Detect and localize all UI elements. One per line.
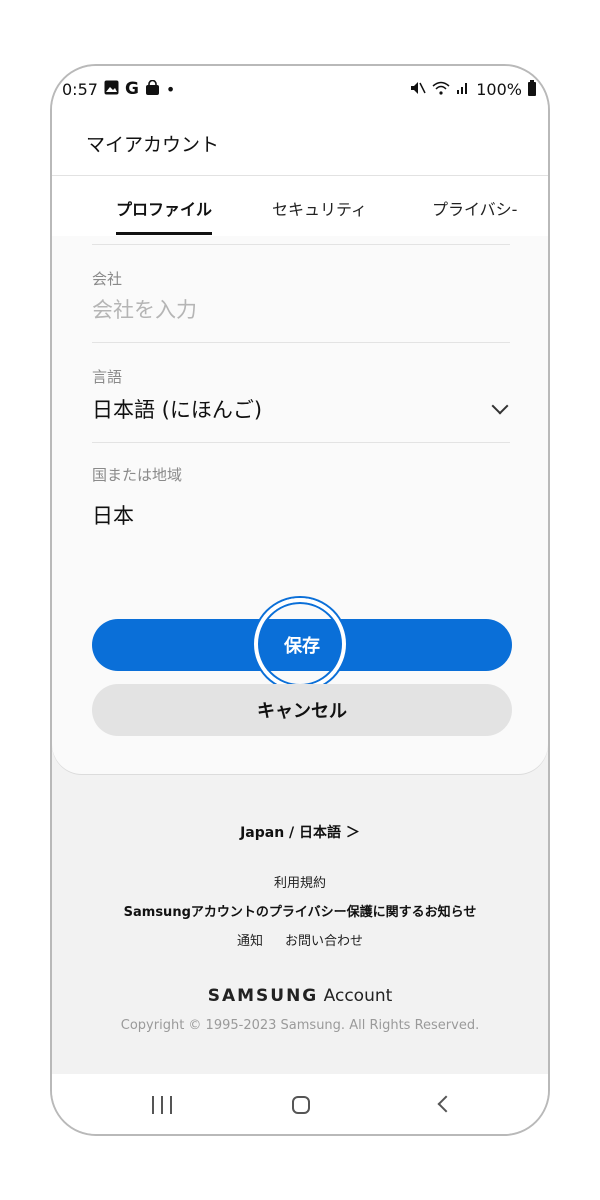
- shopping-bag-icon: [145, 79, 160, 99]
- phone-frame: 0:57 G • 100% マイアカウント プロファイル セキュリティ プライバ…: [50, 64, 550, 1136]
- region-label: 国または地域: [92, 466, 183, 484]
- wifi-icon: [432, 81, 450, 98]
- home-icon[interactable]: [292, 1096, 310, 1114]
- image-icon: [104, 80, 119, 98]
- status-bar: 0:57 G • 100%: [52, 66, 548, 112]
- save-button[interactable]: 保存: [92, 619, 512, 671]
- tab-bar: プロファイル セキュリティ プライバシ-: [52, 176, 548, 236]
- status-right: 100%: [410, 80, 536, 99]
- battery-percent: 100%: [476, 79, 522, 99]
- company-input[interactable]: 会社を入力: [92, 294, 197, 324]
- terms-link[interactable]: 利用規約: [52, 872, 548, 891]
- brand-suffix: Account: [323, 986, 393, 1006]
- samsung-account-logo: SAMSUNG Account: [52, 986, 548, 1006]
- divider: [92, 244, 510, 245]
- dot-icon: •: [165, 79, 176, 99]
- tab-security[interactable]: セキュリティ: [272, 196, 367, 220]
- google-icon: G: [124, 79, 139, 99]
- copyright-text: Copyright © 1995-2023 Samsung. All Right…: [120, 1018, 480, 1033]
- recent-apps-icon[interactable]: [152, 1096, 172, 1114]
- app-bar: マイアカウント: [52, 112, 548, 176]
- contact-link[interactable]: お問い合わせ: [285, 930, 363, 949]
- tab-privacy[interactable]: プライバシ-: [432, 196, 517, 220]
- tab-profile[interactable]: プロファイル: [116, 196, 212, 220]
- footer-links-row: 通知 お問い合わせ: [52, 930, 548, 949]
- active-tab-indicator: [116, 232, 212, 235]
- system-nav-bar: [52, 1074, 548, 1134]
- battery-icon: [528, 80, 536, 96]
- divider: [92, 342, 510, 343]
- mute-icon: [410, 81, 426, 98]
- region-value: 日本: [92, 504, 134, 528]
- cancel-button[interactable]: キャンセル: [92, 684, 512, 736]
- back-icon[interactable]: [437, 1095, 455, 1113]
- status-left: 0:57 G •: [62, 79, 175, 99]
- status-time: 0:57: [62, 79, 98, 99]
- signal-icon: [456, 81, 470, 98]
- language-label: 言語: [92, 368, 123, 386]
- divider: [92, 442, 510, 443]
- privacy-notice-link[interactable]: Samsungアカウントのプライバシー保護に関するお知らせ: [52, 901, 548, 920]
- company-label: 会社: [92, 270, 123, 288]
- language-select[interactable]: 日本語 (にほんご): [92, 394, 262, 424]
- chevron-down-icon[interactable]: [491, 397, 509, 415]
- brand-word: SAMSUNG: [207, 986, 319, 1006]
- page-title: マイアカウント: [86, 134, 220, 156]
- locale-link[interactable]: Japan / 日本語 ＞: [52, 822, 548, 842]
- notice-link[interactable]: 通知: [237, 930, 263, 949]
